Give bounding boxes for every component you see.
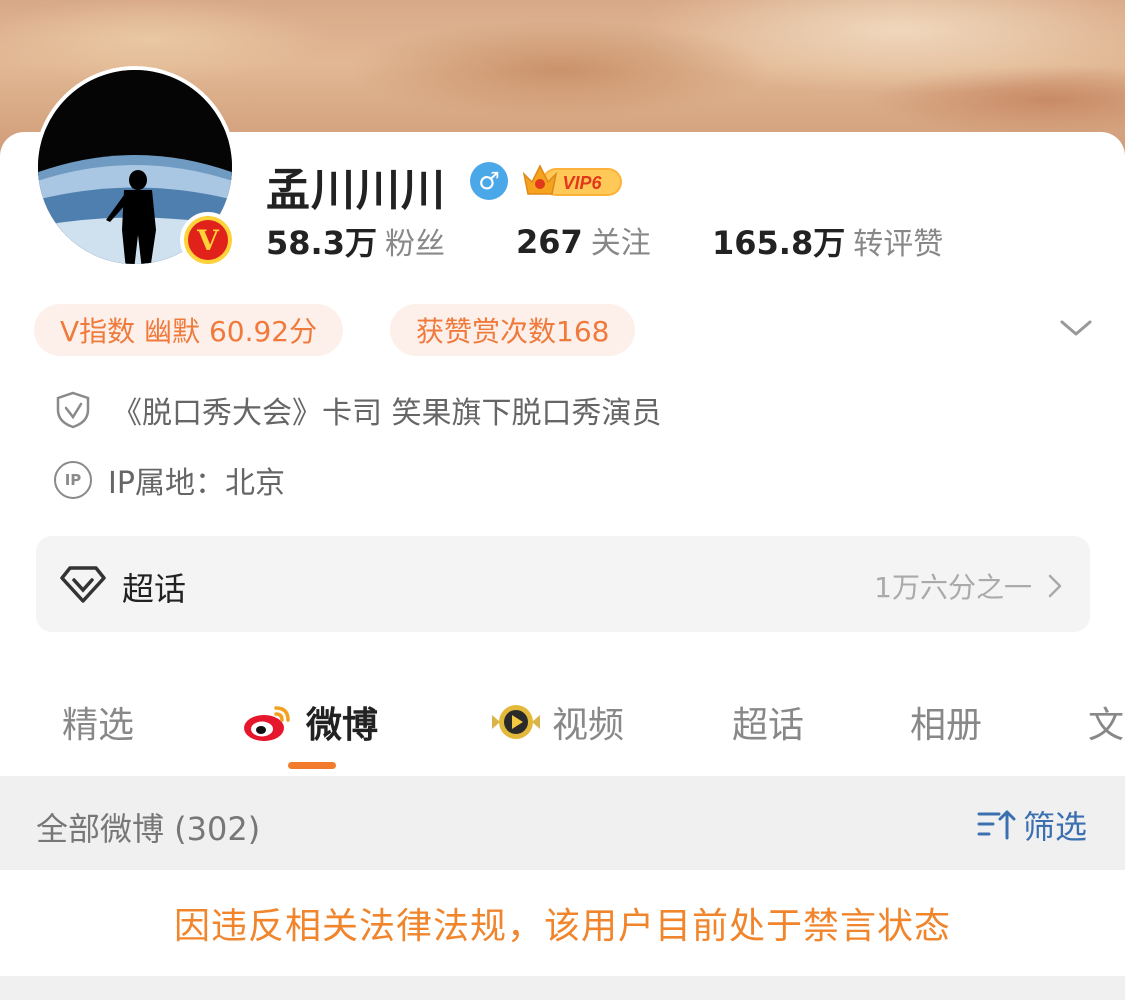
stat-interactions[interactable]: 165.8万 转评赞 (712, 218, 943, 264)
chevron-right-icon (1048, 574, 1062, 598)
rewards-pill[interactable]: 获赞赏次数168 (390, 304, 636, 356)
tab-video[interactable]: 视频 (490, 696, 624, 748)
chaohua-rank: 1万六分之一 (874, 566, 1066, 606)
shield-check-icon (56, 391, 90, 429)
v-index-pill[interactable]: V指数 幽默 60.92分 (34, 304, 344, 356)
tab-articles[interactable]: 文 (1088, 696, 1124, 748)
ip-row: IP IP属地：北京 (54, 460, 285, 501)
tab-albums[interactable]: 相册 (910, 696, 982, 748)
filter-label: 筛选 (1022, 808, 1087, 846)
filter-button[interactable]: 筛选 (977, 802, 1087, 848)
tab-weibo[interactable]: 微博 (242, 696, 378, 748)
weibo-logo-icon (244, 706, 290, 741)
ip-icon: IP (54, 461, 92, 499)
video-play-icon (492, 705, 540, 739)
stat-followers[interactable]: 58.3万 粉丝 (266, 218, 445, 264)
all-posts-count[interactable]: 全部微博 (302) (36, 804, 260, 850)
verification-row: 《脱口秀大会》卡司 笑果旗下脱口秀演员 (54, 390, 662, 431)
active-tab-indicator (288, 762, 336, 769)
filter-sort-icon (977, 810, 1016, 840)
tab-featured[interactable]: 精选 (62, 696, 134, 748)
vip-level-label: VIP6 (562, 173, 602, 193)
chevron-down-icon[interactable] (1058, 316, 1094, 340)
tab-chaohua[interactable]: 超话 (732, 696, 804, 748)
stat-following[interactable]: 267 关注 (516, 218, 651, 262)
chaohua-diamond-icon (60, 566, 106, 603)
profile-name: 孟川川川 (266, 165, 446, 216)
vip-crown-icon[interactable]: VIP6 (520, 160, 624, 200)
bottom-divider (0, 976, 1125, 1000)
tab-video-label: 视频 (552, 705, 625, 746)
tab-weibo-label: 微博 (306, 705, 379, 746)
male-icon: ♂ (470, 162, 508, 200)
ban-notice: 因违反相关法律法规，该用户目前处于禁言状态 (0, 870, 1125, 976)
feed-header: 全部微博 (302) 筛选 (0, 776, 1125, 870)
profile-tabs: 精选 微博 视频 超话 相册 文 (0, 690, 1125, 776)
chaohua-label: 超话 (122, 570, 187, 608)
ip-location-text: IP属地：北京 (108, 466, 285, 501)
chaohua-row[interactable]: 超话 1万六分之一 (36, 536, 1090, 632)
verification-text: 《脱口秀大会》卡司 笑果旗下脱口秀演员 (112, 396, 662, 431)
v-verified-icon: V (180, 212, 236, 268)
